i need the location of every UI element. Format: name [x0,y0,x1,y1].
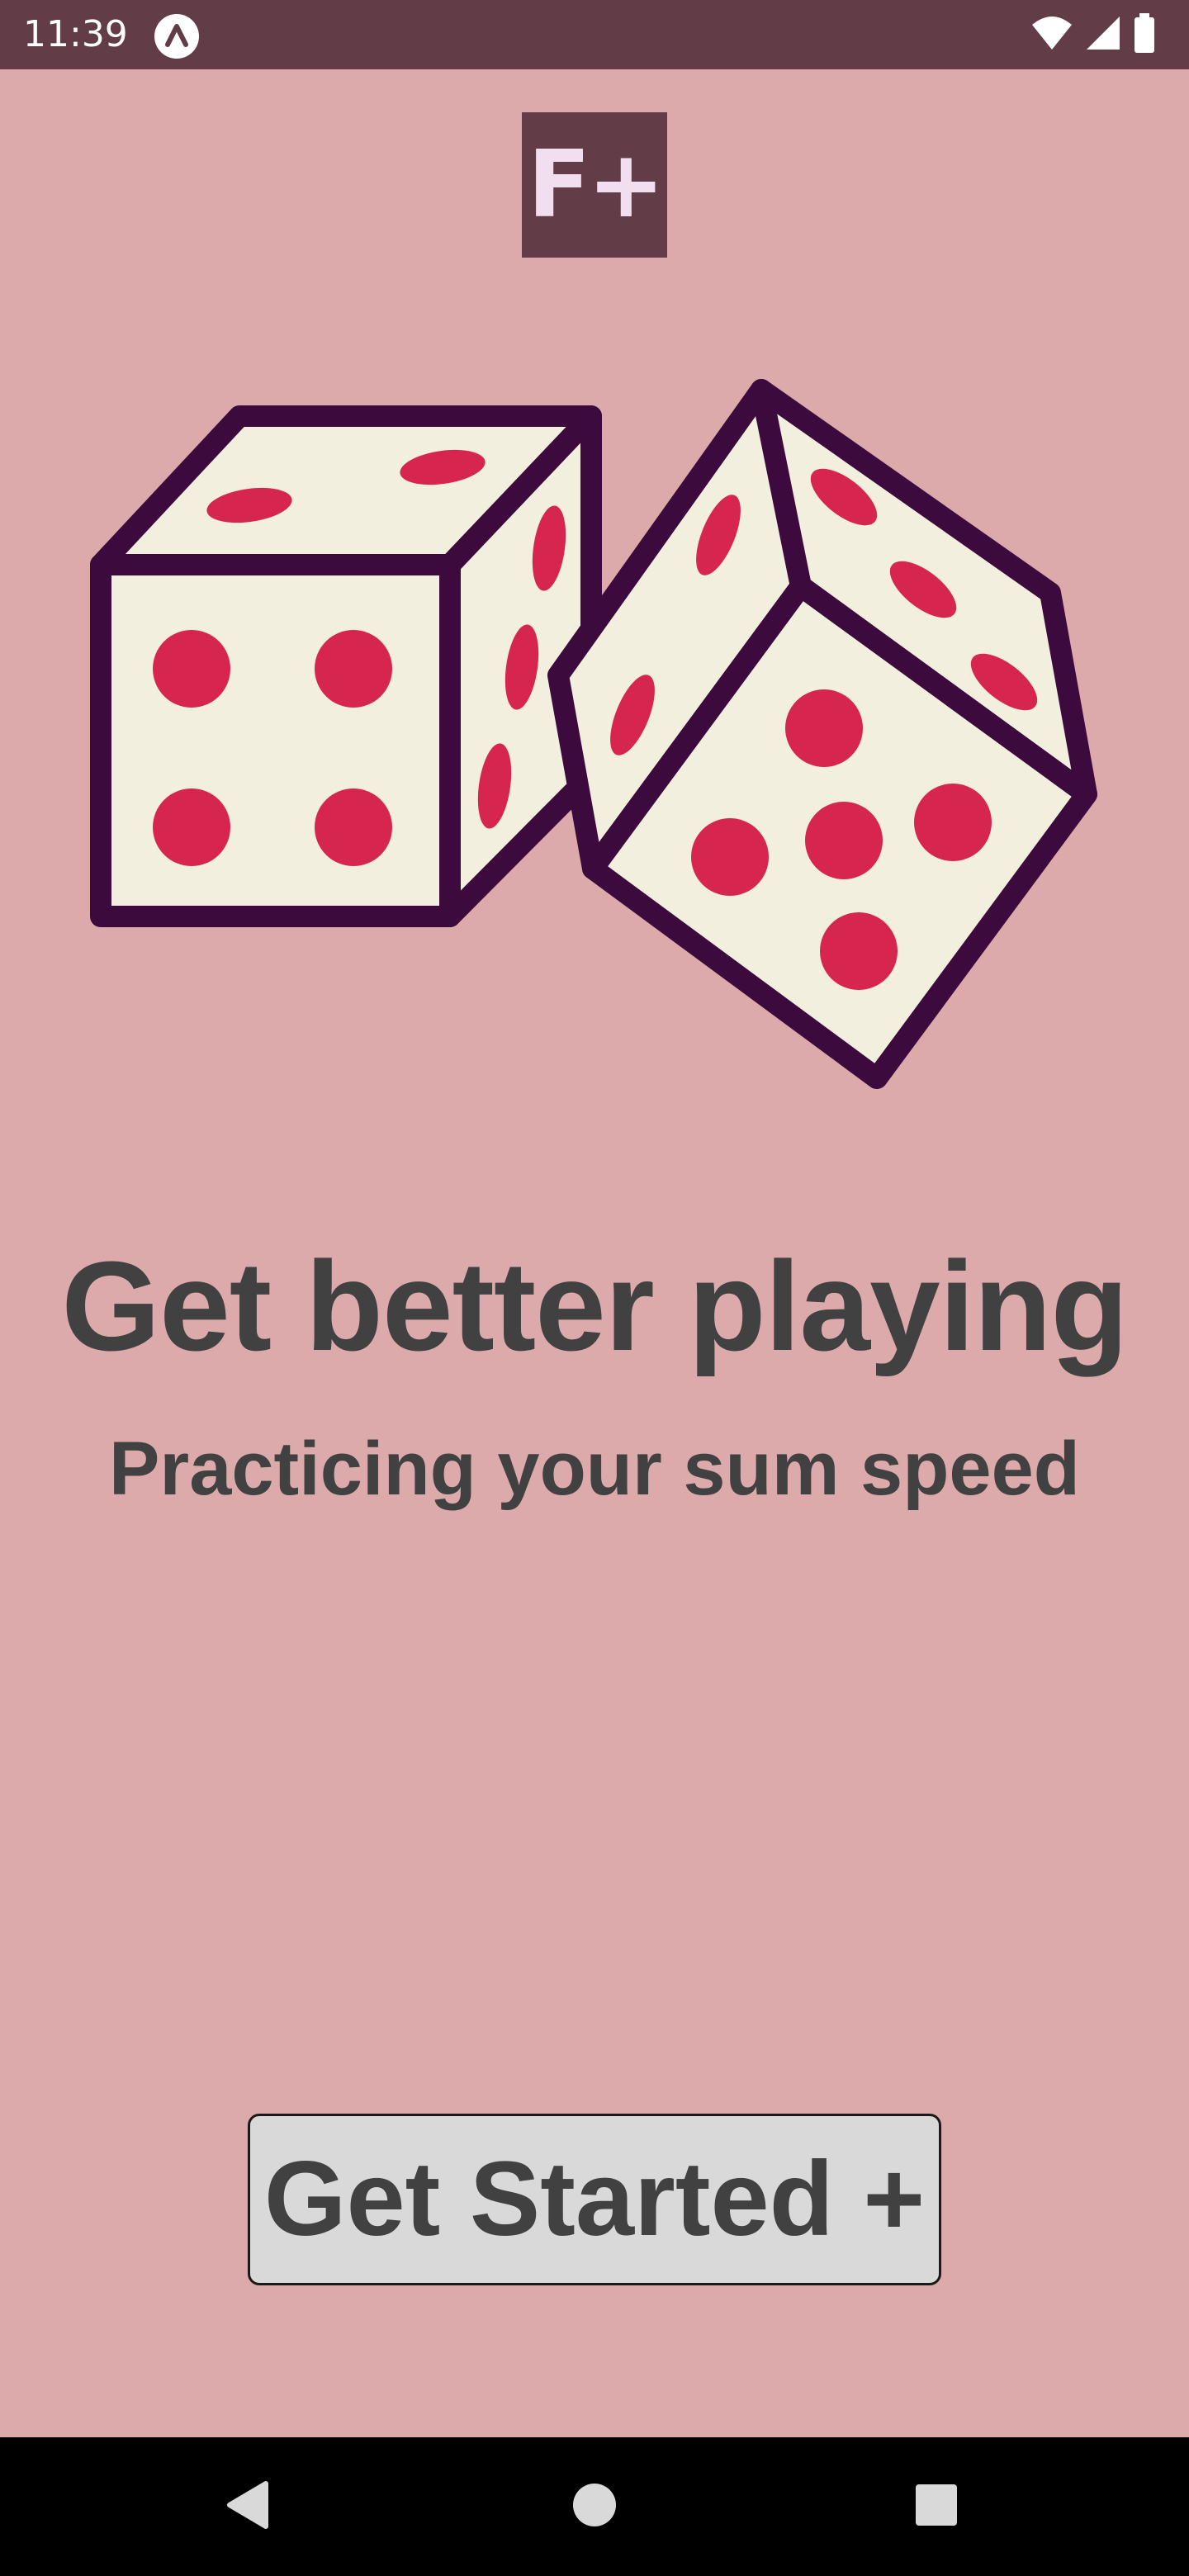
two-dice-illustration [90,379,1097,1089]
status-time: 11:39 [23,13,128,55]
status-bar: 11:39 [0,0,1189,69]
welcome-screen: 11:39 F+ Get better playing Practicing y… [0,0,1189,2576]
a-letter-circle-icon [154,13,200,59]
battery-icon [1133,12,1156,57]
system-nav-bar [0,2437,1189,2576]
get-started-button[interactable]: Get Started + [248,2114,941,2285]
back-button[interactable] [198,2437,297,2576]
home-button[interactable] [545,2437,644,2576]
app-logo: F+ [522,112,667,258]
recents-button[interactable] [887,2437,986,2576]
subheadline: Practicing your sum speed [109,1427,1080,1511]
cellular-signal-icon [1085,15,1121,55]
app-logo-text: F+ [527,131,665,239]
home-icon [571,2482,618,2532]
headline: Get better playing [61,1235,1128,1377]
recents-icon [915,2484,958,2531]
status-icons [1030,12,1156,57]
get-started-label: Get Started + [263,2140,926,2258]
wifi-icon [1030,15,1073,55]
back-icon [225,2480,271,2534]
